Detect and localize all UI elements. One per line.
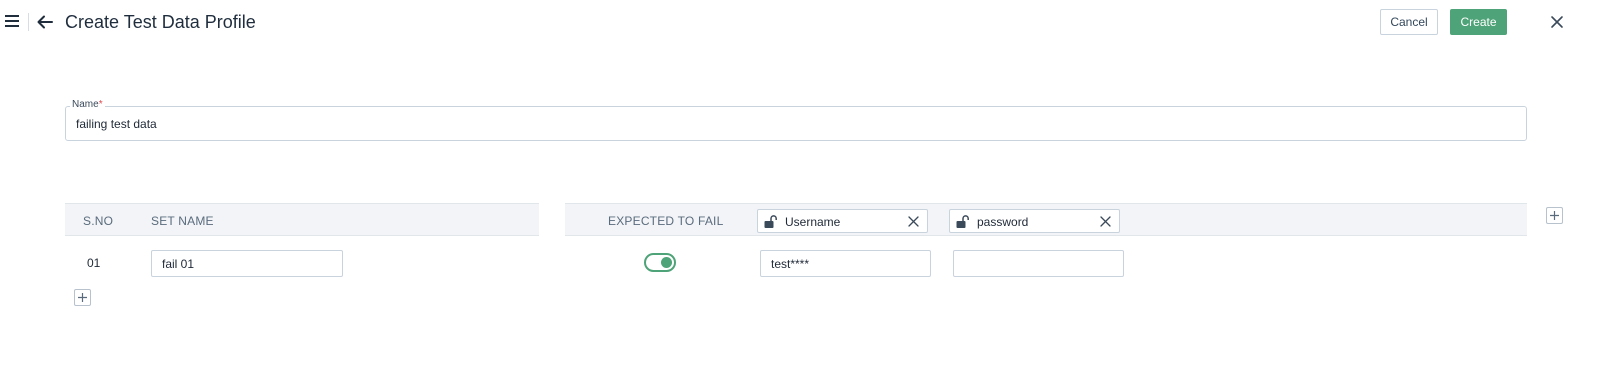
column-header-sno: S.NO <box>83 214 114 228</box>
close-icon[interactable] <box>1550 15 1564 29</box>
parameter-label: password <box>977 215 1029 229</box>
remove-column-icon[interactable] <box>1100 216 1111 227</box>
add-row-button[interactable] <box>74 289 91 306</box>
hamburger-menu-icon[interactable] <box>5 15 19 27</box>
unlock-icon[interactable] <box>956 215 970 228</box>
parameter-column-username[interactable]: Username <box>757 209 928 233</box>
parameter-column-password[interactable]: password <box>949 209 1120 233</box>
plus-icon <box>1550 211 1559 220</box>
name-label: Name* <box>70 99 105 110</box>
column-header-set-name: SET NAME <box>151 214 214 228</box>
top-bar: Create Test Data Profile Cancel Create <box>0 0 1600 46</box>
name-input-value[interactable]: failing test data <box>76 117 157 131</box>
plus-icon <box>78 293 87 302</box>
back-arrow-icon[interactable] <box>36 13 54 31</box>
table-header-right: EXPECTED TO FAIL Username password <box>565 203 1527 236</box>
unlock-icon[interactable] <box>764 215 778 228</box>
row-sno: 01 <box>87 256 101 270</box>
column-header-expected-to-fail: EXPECTED TO FAIL <box>608 214 724 228</box>
name-field[interactable]: Name* failing test data <box>65 99 1527 141</box>
set-name-input[interactable]: fail 01 <box>151 250 343 277</box>
username-value-input[interactable]: test**** <box>760 250 931 277</box>
required-asterisk: * <box>98 99 103 110</box>
header-divider <box>28 13 29 31</box>
toggle-knob <box>661 257 672 268</box>
add-parameter-button[interactable] <box>1546 207 1563 224</box>
expected-to-fail-toggle[interactable] <box>644 253 676 272</box>
remove-column-icon[interactable] <box>908 216 919 227</box>
parameter-label: Username <box>785 215 841 229</box>
password-value-input[interactable] <box>953 250 1124 277</box>
page-title: Create Test Data Profile <box>65 12 256 32</box>
create-button[interactable]: Create <box>1450 9 1507 35</box>
table-header-left: S.NO SET NAME <box>65 203 539 236</box>
cancel-button[interactable]: Cancel <box>1380 9 1438 35</box>
